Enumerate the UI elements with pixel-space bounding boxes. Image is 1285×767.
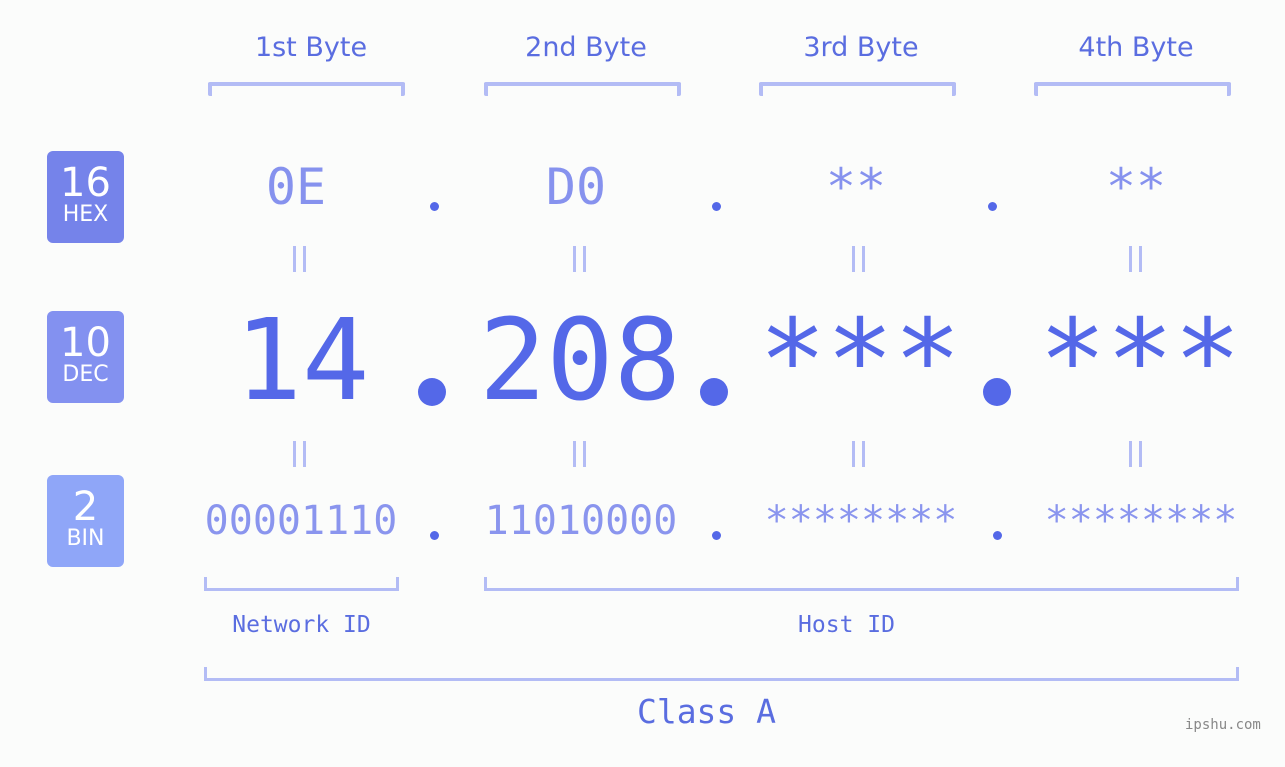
equals-icon	[565, 435, 595, 479]
hex-separator-dot	[712, 202, 721, 211]
bin-base-label: BIN	[66, 526, 105, 551]
network-id-bracket	[204, 577, 399, 591]
network-id-label: Network ID	[232, 612, 371, 638]
byte-bracket-4	[1034, 82, 1231, 96]
hex-byte-2: D0	[545, 158, 607, 216]
dec-byte-2: 208	[478, 296, 682, 426]
dec-byte-3: ***	[758, 296, 962, 426]
equals-icon	[285, 435, 315, 479]
bin-badge: 2 BIN	[47, 475, 124, 567]
bin-byte-3: ********	[764, 498, 958, 544]
dec-separator-dot	[418, 378, 446, 406]
equals-icon	[1121, 240, 1151, 284]
byte-bracket-3	[759, 82, 956, 96]
byte-header-1: 1st Byte	[254, 32, 368, 63]
hex-separator-dot	[988, 202, 997, 211]
host-id-bracket	[484, 577, 1239, 591]
dec-base-number: 10	[60, 320, 111, 366]
equals-icon	[844, 435, 874, 479]
hex-base-number: 16	[60, 160, 111, 206]
equals-icon	[565, 240, 595, 284]
dec-badge: 10 DEC	[47, 311, 124, 403]
hex-base-label: HEX	[62, 202, 109, 227]
equals-icon	[285, 240, 315, 284]
bin-base-number: 2	[72, 484, 99, 530]
byte-bracket-2	[484, 82, 681, 96]
bin-byte-4: ********	[1044, 498, 1238, 544]
bin-byte-1: 00001110	[204, 498, 398, 544]
bin-byte-2: 11010000	[484, 498, 678, 544]
dec-byte-4: ***	[1038, 296, 1242, 426]
class-bracket	[204, 667, 1239, 681]
host-id-label: Host ID	[798, 612, 895, 638]
byte-header-3: 3rd Byte	[803, 32, 919, 63]
equals-icon	[844, 240, 874, 284]
hex-byte-3: **	[825, 158, 887, 216]
bin-separator-dot	[430, 531, 439, 540]
hex-byte-1: 0E	[265, 158, 327, 216]
byte-bracket-1	[208, 82, 405, 96]
dec-separator-dot	[700, 378, 728, 406]
hex-byte-4: **	[1105, 158, 1167, 216]
bin-separator-dot	[712, 531, 721, 540]
hex-badge: 16 HEX	[47, 151, 124, 243]
dec-base-label: DEC	[62, 362, 109, 387]
byte-header-4: 4th Byte	[1078, 32, 1194, 63]
bin-separator-dot	[993, 531, 1002, 540]
byte-header-2: 2nd Byte	[525, 32, 647, 63]
watermark: ipshu.com	[1185, 717, 1261, 733]
equals-icon	[1121, 435, 1151, 479]
class-label: Class A	[636, 692, 777, 731]
dec-separator-dot	[983, 378, 1011, 406]
hex-separator-dot	[430, 202, 439, 211]
dec-byte-1: 14	[234, 296, 370, 426]
